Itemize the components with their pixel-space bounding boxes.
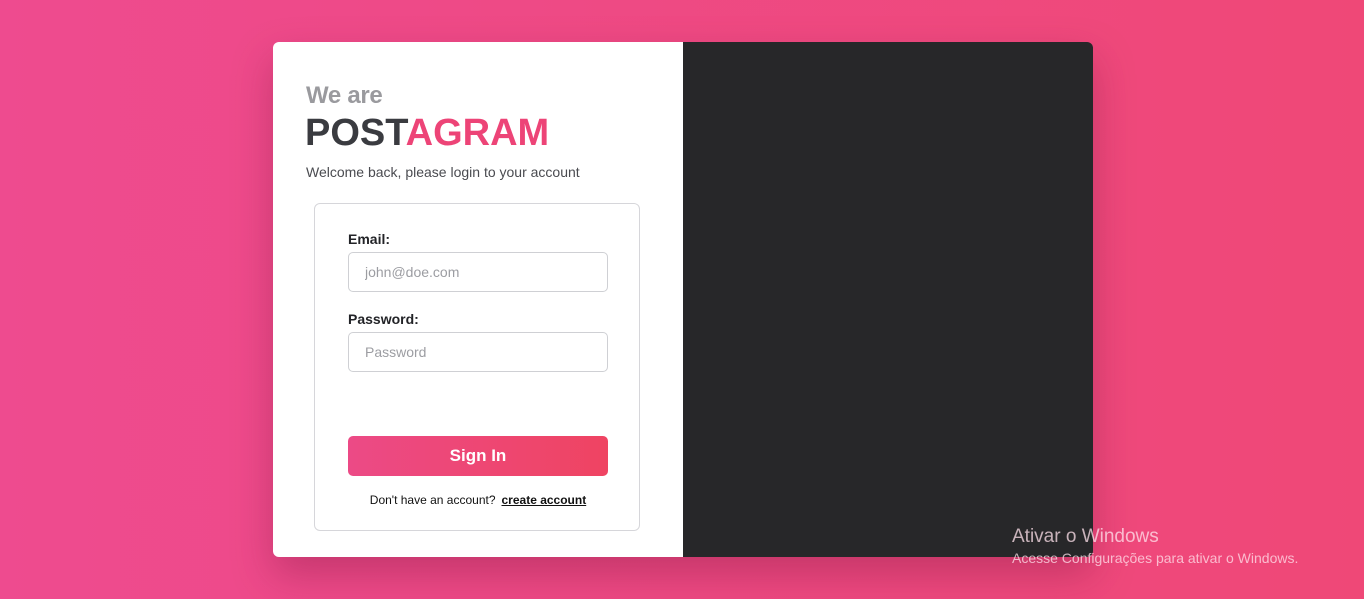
password-label: Password: bbox=[348, 311, 419, 327]
email-label: Email: bbox=[348, 231, 391, 247]
brand-logo: POSTAGRAM bbox=[305, 112, 549, 154]
create-account-link[interactable]: create account bbox=[502, 493, 587, 507]
signup-prompt-text: Don't have an account? bbox=[369, 493, 496, 507]
image-panel bbox=[683, 42, 1093, 557]
login-form: Email: Password: Sign In Don't have an a… bbox=[314, 203, 640, 531]
brand-name-part2: AGRAM bbox=[405, 112, 550, 154]
brand-intro: We are bbox=[306, 82, 383, 109]
login-panel: We are POSTAGRAM Welcome back, please lo… bbox=[273, 42, 683, 557]
brand-name-part1: POST bbox=[305, 112, 406, 154]
welcome-subtitle: Welcome back, please login to your accou… bbox=[306, 164, 580, 180]
signup-prompt: Don't have an account? create account bbox=[315, 493, 641, 507]
login-card: We are POSTAGRAM Welcome back, please lo… bbox=[273, 42, 1093, 557]
password-input[interactable] bbox=[348, 332, 608, 372]
email-input[interactable] bbox=[348, 252, 608, 292]
sign-in-button[interactable]: Sign In bbox=[348, 436, 608, 476]
